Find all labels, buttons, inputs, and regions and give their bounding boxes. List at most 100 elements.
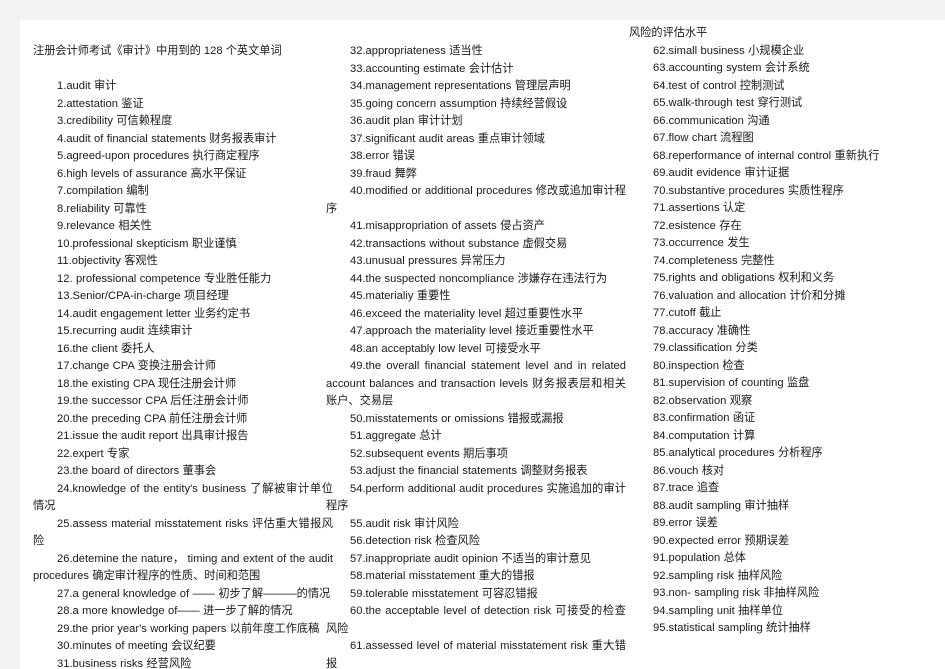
vocabulary-entry: 82.observation 观察 <box>653 394 753 407</box>
vocabulary-entry: 77.cutoff 截止 <box>653 307 722 319</box>
document-page: 注册会计师考试《审计》中用到的 128 个英文单词 1.audit 审计 2.at… <box>20 20 945 669</box>
vocabulary-entry: 71.assertions 认定 <box>653 202 746 214</box>
vocabulary-entry: 5.agreed-upon procedures 执行商定程序 <box>57 150 260 162</box>
column-1-top-padding <box>33 20 333 43</box>
vocabulary-entry: 17.change CPA 变换注册会计师 <box>57 360 216 372</box>
vocabulary-entry: 40.modified or additional procedures 修改或… <box>326 185 626 215</box>
vocabulary-entry: 79.classification 分类 <box>653 342 758 354</box>
three-column-layout: 注册会计师考试《审计》中用到的 128 个英文单词 1.audit 审计 2.at… <box>20 20 945 669</box>
vocabulary-entry: 28.a more knowledge of—— 进一步了解的情况 <box>57 605 293 617</box>
vocabulary-entry: 2.attestation 鉴证 <box>57 97 144 110</box>
vocabulary-entry: 78.accuracy 准确性 <box>653 324 751 337</box>
vocabulary-entry: 64.test of control 控制测试 <box>653 79 785 92</box>
vocabulary-entry: 60.the acceptable level of detection ris… <box>326 605 626 635</box>
vocabulary-entry: 23.the board of directors 董事会 <box>57 465 217 477</box>
vocabulary-entry: 83.confirmation 函证 <box>653 412 756 424</box>
entry-list-1: 1.audit 审计 2.attestation 鉴证 3.credibility … <box>33 78 333 669</box>
vocabulary-entry: 45.materialiy 重要性 <box>350 290 451 302</box>
vocabulary-entry: 94.sampling unit 抽样单位 <box>653 604 783 617</box>
vocabulary-entry: 38.error 错误 <box>350 150 415 162</box>
vocabulary-entry: 69.audit evidence 审计证据 <box>653 167 790 179</box>
vocabulary-entry: 30.minutes of meeting 会议纪要 <box>57 640 216 652</box>
vocabulary-entry: 68.reperformance of internal control 重新执… <box>653 149 880 162</box>
vocabulary-entry: 86.vouch 核对 <box>653 464 725 477</box>
vocabulary-entry: 85.analytical procedures 分析程序 <box>653 447 823 459</box>
vocabulary-entry: 20.the preceding CPA 前任注册会计师 <box>57 412 248 425</box>
vocabulary-entry: 54.perform additional audit procedures 实… <box>326 482 626 513</box>
vocabulary-entry: 92.sampling risk 抽样风险 <box>653 569 783 582</box>
vocabulary-entry: 80.inspection 检查 <box>653 359 745 372</box>
vocabulary-entry: 95.statistical sampling 统计抽样 <box>653 622 811 634</box>
vocabulary-entry: 39.fraud 舞弊 <box>350 167 417 180</box>
vocabulary-entry: 27.a general knowledge of —— 初步了解———的情况 <box>57 587 331 600</box>
vocabulary-entry: 16.the client 委托人 <box>57 342 155 355</box>
vocabulary-entry: 90.expected error 预期误差 <box>653 534 790 547</box>
title-spacer <box>33 61 333 79</box>
vocabulary-entry: 84.computation 计算 <box>653 429 756 442</box>
vocabulary-entry: 21.issue the audit report 出具审计报告 <box>57 430 249 442</box>
vocabulary-entry: 55.audit risk 审计风险 <box>350 517 459 530</box>
vocabulary-entry: 46.exceed the materiality level 超过重要性水平 <box>350 307 584 320</box>
vocabulary-entry: 65.walk-through test 穿行测试 <box>653 97 803 109</box>
vocabulary-entry: 11.objectivity 客观性 <box>57 255 158 267</box>
entry-list-2: 32.appropriateness 适当性 33.accounting esti… <box>326 43 626 669</box>
vocabulary-entry: 74.completeness 完整性 <box>653 254 775 267</box>
vocabulary-entry: 13.Senior/CPA-in-charge 项目经理 <box>57 290 229 302</box>
vocabulary-entry: 59.tolerable misstatement 可容忍错报 <box>350 587 538 600</box>
vocabulary-entry: 31.business risks 经营风险 <box>57 657 192 669</box>
vocabulary-entry: 62.simall business 小规模企业 <box>653 44 805 57</box>
vocabulary-entry: 1.audit 审计 <box>57 80 117 92</box>
vocabulary-entry: 9.relevance 相关性 <box>57 220 152 232</box>
vocabulary-entry: 52.subsequent events 期后事项 <box>350 447 508 460</box>
vocabulary-entry: 32.appropriateness 适当性 <box>350 45 483 57</box>
vocabulary-entry: 36.audit plan 审计计划 <box>350 115 463 127</box>
vocabulary-entry: 44.the suspected noncompliance 涉嫌存在违法行为 <box>350 272 608 285</box>
vocabulary-entry: 49.the overall financial statement level… <box>326 360 626 407</box>
vocabulary-entry: 14.audit engagement letter 业务约定书 <box>57 307 251 320</box>
vocabulary-entry: 51.aggregate 总计 <box>350 430 442 442</box>
vocabulary-entry: 48.an acceptably low level 可接受水平 <box>350 342 541 355</box>
vocabulary-entry: 35.going concern assumption 持续经营假设 <box>350 97 568 110</box>
vocabulary-entry: 47.approach the materiality level 接近重要性水… <box>350 325 594 337</box>
vocabulary-entry: 63.accounting system 会计系统 <box>653 62 810 74</box>
vocabulary-entry: 50.misstatements or omissions 错报或漏报 <box>350 412 564 425</box>
vocabulary-entry: 67.flow chart 流程图 <box>653 132 754 144</box>
vocabulary-entry: 72.esistence 存在 <box>653 219 742 232</box>
vocabulary-entry: 88.audit sampling 审计抽样 <box>653 499 790 512</box>
vocabulary-entry: 12. professional competence 专业胜任能力 <box>57 272 272 285</box>
text-column-2: 32.appropriateness 适当性 33.accounting esti… <box>326 20 626 669</box>
vocabulary-entry: 22.expert 专家 <box>57 447 130 460</box>
vocabulary-entry: 42.transactions without substance 虚假交易 <box>350 237 568 250</box>
vocabulary-entry: 10.professional skepticism 职业谨慎 <box>57 237 237 250</box>
vocabulary-entry: 89.error 误差 <box>653 517 718 529</box>
section-heading-risk-assessment: 风险的评估水平 <box>629 27 708 39</box>
vocabulary-entry: 15.recurring audit 连续审计 <box>57 325 193 337</box>
vocabulary-entry: 56.detection risk 检查风险 <box>350 535 480 547</box>
vocabulary-entry: 93.non- sampling risk 非抽样风险 <box>653 587 820 599</box>
vocabulary-entry: 58.material misstatement 重大的错报 <box>350 570 535 582</box>
vocabulary-entry: 57.inappropriate audit opinion 不适当的审计意见 <box>350 552 591 565</box>
vocabulary-entry: 81.supervision of counting 监盘 <box>653 377 810 389</box>
vocabulary-entry: 76.valuation and allocation 计价和分摊 <box>653 289 846 302</box>
vocabulary-entry: 3.credibility 可信赖程度 <box>57 115 173 127</box>
vocabulary-entry: 87.trace 追查 <box>653 482 720 494</box>
vocabulary-entry: 66.communication 沟通 <box>653 114 770 127</box>
vocabulary-entry: 75.rights and obligations 权利和义务 <box>653 272 835 284</box>
vocabulary-entry: 18.the existing CPA 现任注册会计师 <box>57 377 237 390</box>
vocabulary-entry: 8.reliability 可靠性 <box>57 202 147 215</box>
page-title: 注册会计师考试《审计》中用到的 128 个英文单词 <box>33 45 282 57</box>
vocabulary-entry: 7.compilation 编制 <box>57 185 149 197</box>
vocabulary-entry: 43.unusual pressures 异常压力 <box>350 255 506 267</box>
vocabulary-entry: 37.significant audit areas 重点审计领域 <box>350 132 545 145</box>
vocabulary-entry: 24.knowledge of the entity's business 了解… <box>33 482 333 513</box>
vocabulary-entry: 29.the prior year's working papers 以前年度工… <box>57 622 320 635</box>
text-column-1: 注册会计师考试《审计》中用到的 128 个英文单词 1.audit 审计 2.at… <box>33 20 333 669</box>
text-column-3: 风险的评估水平 62.simall business 小规模企业 63.accou… <box>629 20 934 669</box>
vocabulary-entry: 70.substantive procedures 实质性程序 <box>653 184 844 197</box>
vocabulary-entry: 19.the successor CPA 后任注册会计师 <box>57 395 249 407</box>
vocabulary-entry: 53.adjust the financial statements 调整财务报… <box>350 465 588 477</box>
entry-list-3: 62.simall business 小规模企业 63.accounting sy… <box>629 43 934 638</box>
vocabulary-entry: 41.misappropriation of assets 侵占资产 <box>350 220 545 232</box>
vocabulary-entry: 33.accounting estimate 会计估计 <box>350 62 514 75</box>
vocabulary-entry: 34.management representations 管理层声明 <box>350 80 571 92</box>
